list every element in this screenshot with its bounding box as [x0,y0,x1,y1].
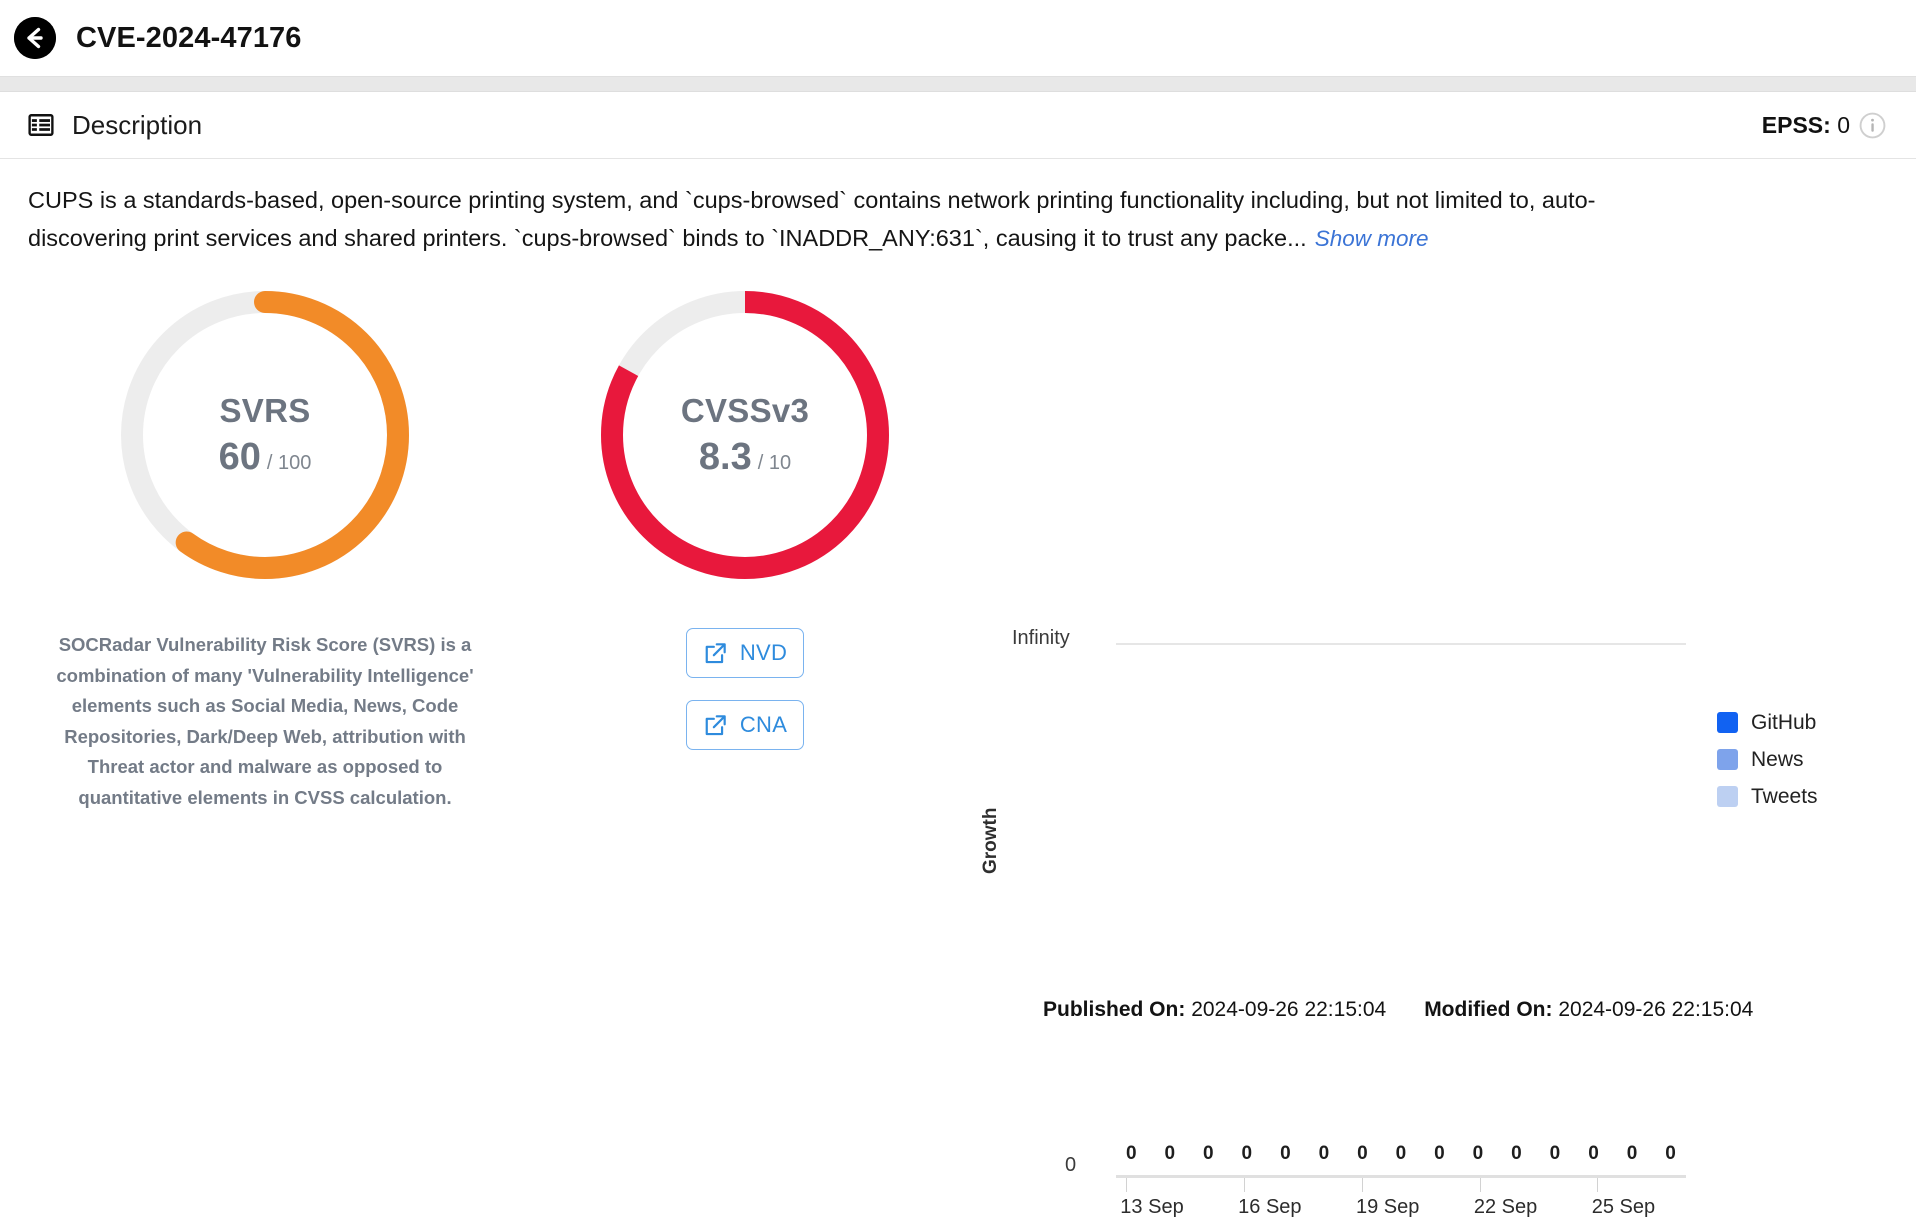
chart-point-label: 0 [1318,1143,1330,1164]
chart-point-label: 0 [1665,1143,1676,1164]
legend-item[interactable]: News [1717,741,1818,778]
external-link-icon [705,642,726,663]
epss-text: EPSS: 0 [1762,112,1850,139]
svrs-column: SVRS 60 / 100 SOCRadar Vulnerability Ris… [0,264,530,964]
date-footer: Published On: 2024-09-26 22:15:04 Modifi… [1043,998,1753,1022]
chart-point-label: 0 [1126,1143,1137,1164]
chart-point-label: 0 [1395,1143,1407,1164]
modified-on-label: Modified On: [1424,998,1553,1021]
arrow-left-icon [14,17,56,59]
growth-chart-inner: Infinity Growth 0 0 0 0 0 0 0 0 0 0 0 0 0 0 0 0 13 Sep… [960,264,1916,1218]
chart-point-label: 0 [1164,1143,1176,1164]
external-link-buttons: NVD CNA [686,628,804,750]
table-list-icon [28,114,54,136]
cna-button[interactable]: CNA [686,700,804,750]
chart-x-axis-tick-labels: 13 Sep 16 Sep 19 Sep 22 Sep 25 Sep [1116,1196,1686,1226]
chart-point-label: 0 [1434,1143,1445,1164]
legend-label: Tweets [1751,784,1818,808]
published-on-value: 2024-09-26 22:15:04 [1191,998,1387,1021]
modified-on: Modified On: 2024-09-26 22:15:04 [1424,998,1753,1022]
chart-point-label: 0 [1511,1143,1522,1164]
svrs-gauge: SVRS 60 / 100 [112,282,418,588]
top-header-bar: CVE-2024-47176 [0,0,1916,76]
chart-x-tick-label: 13 Sep [1120,1196,1184,1218]
cvss-gauge: CVSSv3 8.3 / 10 [592,282,898,588]
epss-value: 0 [1837,111,1850,138]
chart-x-tick-label: 19 Sep [1356,1196,1420,1218]
main-content: SVRS 60 / 100 SOCRadar Vulnerability Ris… [0,258,1916,1218]
chart-point-label: 0 [1241,1143,1253,1164]
y-axis-bottom-tick-label: 0 [1065,1154,1077,1176]
y-axis-title: Growth [980,807,1001,875]
published-on: Published On: 2024-09-26 22:15:04 [1043,998,1386,1022]
show-more-link[interactable]: Show more [1315,226,1429,251]
epss-label: EPSS: [1761,111,1831,138]
legend-item[interactable]: Tweets [1717,778,1818,815]
growth-chart: Infinity Growth 0 0 0 0 0 0 0 0 0 0 0 0 0 0 0 0 13 Sep… [960,264,1916,1218]
chart-x-tick [1126,1178,1127,1192]
chart-top-gridline [1116,643,1686,645]
cvss-column: CVSSv3 8.3 / 10 NVD CNA [530,264,960,964]
page-title: CVE-2024-47176 [76,21,302,54]
description-header-left: Description [28,110,202,141]
back-button[interactable] [14,17,56,59]
chart-point-label: 0 [1588,1143,1599,1164]
chart-legend: GitHub News Tweets [1717,704,1818,815]
chart-point-label: 0 [1626,1143,1638,1164]
epss-badge: EPSS: 0 [1762,112,1886,139]
legend-item[interactable]: GitHub [1717,704,1818,741]
y-axis-top-tick-label: Infinity [1012,627,1070,649]
chart-x-tick [1243,1178,1245,1192]
cvss-gauge-ring [601,291,889,579]
chart-point-labels: 0 0 0 0 0 0 0 0 0 0 0 0 0 0 0 [1116,1143,1686,1165]
chart-point-label: 0 [1203,1143,1214,1164]
modified-on-value: 2024-09-26 22:15:04 [1558,998,1754,1021]
chart-x-tick-label: 25 Sep [1591,1196,1656,1218]
cna-button-label: CNA [739,712,788,737]
published-on-label: Published On: [1043,998,1186,1021]
chart-point-label: 0 [1357,1143,1368,1164]
legend-swatch-icon [1717,749,1738,770]
header-divider [0,76,1916,92]
external-link-icon [705,714,726,735]
chart-x-tick-label: 16 Sep [1238,1196,1302,1218]
svrs-gauge-ring [121,291,409,579]
info-circle-icon[interactable] [1859,112,1886,139]
description-text-block: CUPS is a standards-based, open-source p… [0,159,1646,258]
chart-point-label: 0 [1549,1143,1561,1164]
chart-point-label: 0 [1472,1143,1484,1164]
chart-x-tick-label: 22 Sep [1473,1196,1538,1218]
chart-x-tick [1597,1178,1599,1192]
legend-swatch-icon [1717,712,1738,733]
svrs-description-note: SOCRadar Vulnerability Risk Score (SVRS)… [56,634,474,808]
chart-point-label: 0 [1280,1143,1291,1164]
legend-label: News [1751,747,1804,771]
description-section-label: Description [72,109,203,140]
chart-x-tick [1361,1178,1363,1192]
legend-swatch-icon [1717,786,1738,807]
nvd-button-label: NVD [739,640,788,665]
description-section-header: Description EPSS: 0 [0,92,1916,159]
legend-label: GitHub [1751,710,1817,734]
chart-x-axis-ticks [1116,1178,1686,1192]
chart-x-tick [1479,1178,1481,1192]
nvd-button[interactable]: NVD [686,628,804,678]
